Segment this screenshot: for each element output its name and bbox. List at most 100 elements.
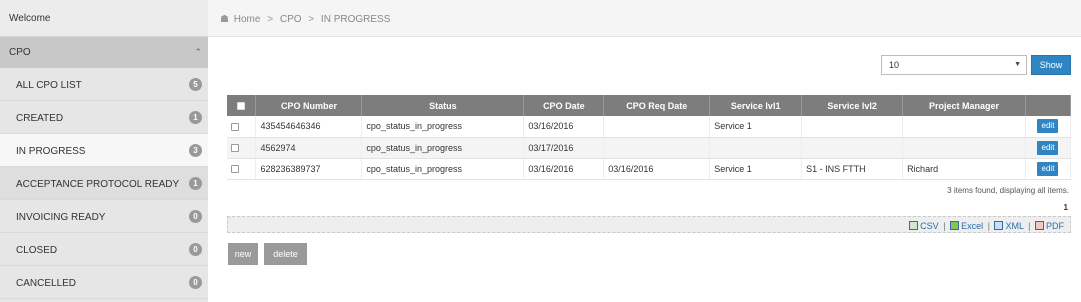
service-lvl1-cell: Service 1	[709, 158, 803, 180]
service-lvl1-cell: Service 1	[709, 116, 803, 138]
breadcrumb-current: IN PROGRESS	[320, 14, 391, 25]
count-badge: 1	[189, 177, 202, 190]
column-header[interactable]: Service lvl1	[709, 95, 803, 116]
column-header[interactable]: Status	[361, 95, 525, 116]
export-pdf-link[interactable]: PDF	[1046, 221, 1064, 231]
column-header-actions	[1025, 95, 1072, 116]
chevron-up-icon: ⌃	[194, 47, 202, 57]
sidebar-item-in-progress[interactable]: IN PROGRESS 3	[0, 134, 208, 167]
count-badge: 0	[189, 210, 202, 223]
select-all-checkbox[interactable]	[237, 102, 246, 111]
row-checkbox[interactable]	[231, 122, 239, 131]
table-row: 435454646346 cpo_status_in_progress 03/1…	[227, 116, 1072, 138]
separator: |	[987, 221, 990, 231]
action-cell: edit	[1025, 116, 1072, 138]
cpo-table: CPO Number Status CPO Date CPO Req Date …	[227, 95, 1072, 180]
sidebar-item-label: CLOSED	[16, 245, 58, 256]
export-links: CSV | Excel | XML | PDF	[909, 221, 1064, 231]
sidebar-item-label: INVOICING READY	[16, 212, 106, 223]
items-found-text: 3 items found, displaying all items.	[947, 186, 1069, 195]
action-cell: edit	[1025, 158, 1072, 180]
breadcrumb-home[interactable]: Home	[234, 14, 261, 25]
row-checkbox-cell	[227, 158, 257, 180]
count-badge: 1	[189, 111, 202, 124]
project-manager-cell	[902, 116, 1026, 138]
edit-button[interactable]: edit	[1037, 161, 1059, 176]
project-manager-cell: Richard	[902, 158, 1026, 180]
cpo-number-cell: 628236389737	[255, 158, 363, 180]
breadcrumb-separator: >	[308, 14, 315, 25]
edit-button[interactable]: edit	[1037, 119, 1059, 134]
sidebar-welcome[interactable]: Welcome	[0, 0, 208, 37]
count-badge: 3	[189, 144, 202, 157]
separator: |	[1028, 221, 1031, 231]
excel-icon[interactable]	[950, 221, 960, 230]
status-cell: cpo_status_in_progress	[361, 137, 525, 159]
column-header[interactable]: Project Manager	[902, 95, 1026, 116]
delete-button[interactable]: delete	[264, 243, 307, 265]
csv-icon[interactable]	[909, 221, 919, 230]
show-button[interactable]: Show	[1031, 55, 1071, 75]
page-number[interactable]: 1	[1064, 203, 1068, 212]
row-checkbox-cell	[227, 116, 257, 138]
cpo-date-cell: 03/16/2016	[523, 158, 605, 180]
column-header[interactable]: Service lvl2	[801, 95, 904, 116]
column-header[interactable]: CPO Date	[523, 95, 605, 116]
row-checkbox[interactable]	[231, 144, 239, 153]
cpo-date-cell: 03/17/2016	[523, 137, 605, 159]
select-all-header[interactable]	[227, 95, 257, 116]
sidebar-item-acceptance-protocol-ready[interactable]: ACCEPTANCE PROTOCOL READY 1	[0, 167, 208, 200]
sidebar: Welcome CPO ⌃ ALL CPO LIST 5 CREATED 1 I…	[0, 0, 208, 302]
sidebar-item-label: IN PROGRESS	[16, 146, 86, 157]
breadcrumb: ☗ Home > CPO > IN PROGRESS	[208, 0, 1081, 37]
table-row: 4562974 cpo_status_in_progress 03/17/201…	[227, 137, 1072, 159]
cpo-date-cell: 03/16/2016	[523, 116, 605, 138]
sidebar-item-closed[interactable]: CLOSED 0	[0, 233, 208, 266]
action-cell: edit	[1025, 137, 1072, 159]
req-date-cell	[603, 137, 711, 159]
export-csv-link[interactable]: CSV	[920, 221, 939, 231]
export-excel-link[interactable]: Excel	[961, 221, 983, 231]
service-lvl2-cell: S1 - INS FTTH	[801, 158, 904, 180]
pdf-icon[interactable]	[1035, 221, 1044, 230]
home-icon: ☗	[220, 14, 229, 25]
column-header[interactable]: CPO Number	[255, 95, 363, 116]
sidebar-item-all-cpo-list[interactable]: ALL CPO LIST 5	[0, 68, 208, 101]
sidebar-item-invoicing-ready[interactable]: INVOICING READY 0	[0, 200, 208, 233]
new-button[interactable]: new	[228, 243, 258, 265]
page-size-select[interactable]: 10 ▼	[881, 55, 1027, 75]
table-row: 628236389737 cpo_status_in_progress 03/1…	[227, 158, 1072, 180]
sidebar-item-created[interactable]: CREATED 1	[0, 101, 208, 134]
service-lvl2-cell	[801, 137, 904, 159]
row-checkbox-cell	[227, 137, 257, 159]
req-date-cell	[603, 116, 711, 138]
service-lvl1-cell	[709, 137, 803, 159]
cpo-number-cell: 435454646346	[255, 116, 363, 138]
breadcrumb-cpo[interactable]: CPO	[280, 14, 302, 25]
separator: |	[943, 221, 946, 231]
welcome-label: Welcome	[9, 13, 51, 24]
sidebar-item-label: ACCEPTANCE PROTOCOL READY	[16, 179, 180, 190]
sidebar-item-label: ALL CPO LIST	[16, 80, 82, 91]
page-size-value: 10	[889, 60, 900, 70]
table-header-row: CPO Number Status CPO Date CPO Req Date …	[227, 95, 1072, 116]
sidebar-section-cpo[interactable]: CPO ⌃	[0, 37, 208, 68]
status-cell: cpo_status_in_progress	[361, 116, 525, 138]
section-label: CPO	[9, 47, 31, 58]
sidebar-item-label: CANCELLED	[16, 278, 77, 289]
service-lvl2-cell	[801, 116, 904, 138]
count-badge: 0	[189, 243, 202, 256]
edit-button[interactable]: edit	[1037, 140, 1059, 155]
sidebar-item-cancelled[interactable]: CANCELLED 0	[0, 266, 208, 299]
xml-icon[interactable]	[994, 221, 1004, 230]
req-date-cell: 03/16/2016	[603, 158, 711, 180]
cpo-number-cell: 4562974	[255, 137, 363, 159]
column-header[interactable]: CPO Req Date	[603, 95, 711, 116]
breadcrumb-separator: >	[267, 14, 274, 25]
export-bar: CSV | Excel | XML | PDF	[227, 216, 1071, 233]
project-manager-cell	[902, 137, 1026, 159]
row-checkbox[interactable]	[231, 165, 239, 174]
dropdown-arrow-icon: ▼	[1014, 61, 1021, 68]
export-xml-link[interactable]: XML	[1005, 221, 1023, 231]
count-badge: 5	[189, 78, 202, 91]
